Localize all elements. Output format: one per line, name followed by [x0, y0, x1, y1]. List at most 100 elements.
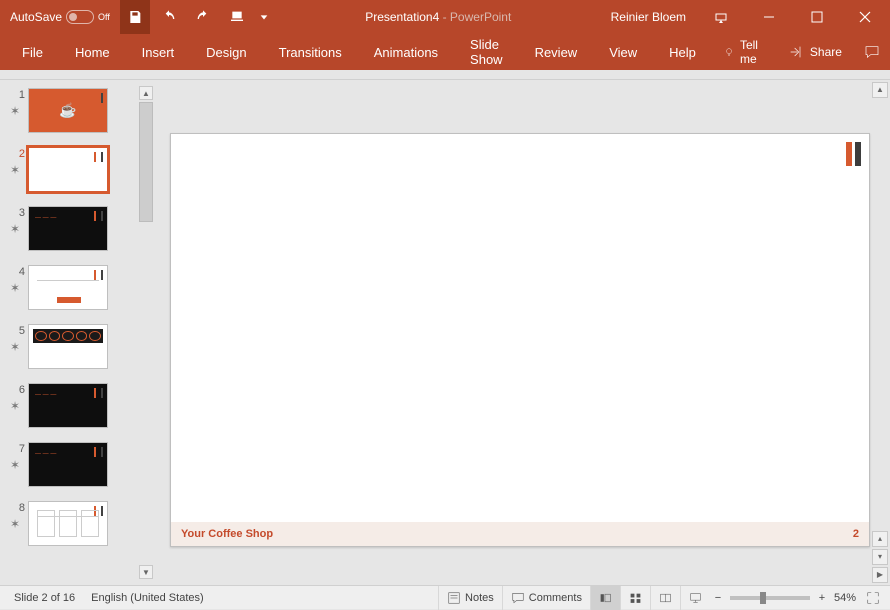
slide-thumbnail[interactable]: 6 ✶— — —: [10, 383, 155, 428]
tab-help[interactable]: Help: [653, 34, 712, 70]
collapsed-ribbon-area: [0, 70, 890, 80]
slide-thumbnails-panel: 1✶☕2✶3✶— — —4✶5✶6✶— — —7✶— — —8✶ ▲ ▼: [0, 80, 155, 585]
slide-thumbnail[interactable]: 4✶: [10, 265, 155, 310]
tab-home[interactable]: Home: [59, 34, 126, 70]
maximize-button[interactable]: [794, 0, 840, 34]
thumb-preview: — — —: [28, 206, 108, 251]
zoom-percent[interactable]: 54%: [830, 592, 862, 604]
sorter-icon: [629, 591, 642, 605]
minimize-button[interactable]: [746, 0, 792, 34]
tab-file[interactable]: File: [6, 34, 59, 70]
scroll-down-icon[interactable]: ▼: [139, 565, 153, 579]
qat-customize-button[interactable]: [256, 0, 272, 34]
quick-access-toolbar: [116, 0, 276, 34]
zoom-slider[interactable]: [730, 596, 810, 600]
close-button[interactable]: [842, 0, 888, 34]
normal-view-button[interactable]: [590, 586, 620, 610]
animation-star-icon: ✶: [10, 222, 28, 236]
vertical-scrollbar[interactable]: ▲ ▴ ▾: [872, 82, 888, 565]
autosave-label: AutoSave: [10, 10, 62, 24]
tab-view[interactable]: View: [593, 34, 653, 70]
thumb-preview: — — —: [28, 442, 108, 487]
slide-sorter-button[interactable]: [620, 586, 650, 610]
thumb-number: 5: [10, 324, 28, 338]
tab-animations[interactable]: Animations: [358, 34, 454, 70]
tab-insert[interactable]: Insert: [126, 34, 191, 70]
thumb-preview: [28, 324, 108, 369]
tab-review[interactable]: Review: [519, 34, 594, 70]
slide-canvas[interactable]: Your Coffee Shop 2: [170, 133, 870, 547]
comments-button[interactable]: Comments: [502, 586, 590, 610]
slide-thumbnail[interactable]: 5✶: [10, 324, 155, 369]
slide-canvas-area: Your Coffee Shop 2 ▲ ▴ ▾ ▶: [155, 80, 890, 585]
language-label[interactable]: English (United States): [91, 592, 204, 604]
main-area: 1✶☕2✶3✶— — —4✶5✶6✶— — —7✶— — —8✶ ▲ ▼ You…: [0, 80, 890, 585]
tab-design[interactable]: Design: [190, 34, 262, 70]
tab-slideshow[interactable]: Slide Show: [454, 34, 519, 70]
footer-page-num: 2: [853, 528, 859, 540]
share-button[interactable]: Share: [776, 34, 854, 70]
comments-button[interactable]: [854, 34, 890, 70]
slideshow-view-button[interactable]: [680, 586, 710, 610]
thumb-number: 2: [10, 147, 28, 161]
slide-footer: Your Coffee Shop 2: [171, 522, 869, 546]
zoom-slider-thumb[interactable]: [760, 592, 766, 604]
save-button[interactable]: [120, 0, 150, 34]
zoom-out-button[interactable]: −: [710, 592, 726, 604]
next-slide-icon[interactable]: ▾: [872, 549, 888, 565]
ribbon-tabs: File Home Insert Design Transitions Anim…: [0, 34, 890, 70]
animation-star-icon: ✶: [10, 163, 28, 177]
thumb-number: 4: [10, 265, 28, 279]
thumb-preview: [28, 265, 108, 310]
notes-button[interactable]: Notes: [438, 586, 502, 610]
slideshow-icon: [689, 591, 702, 605]
thumb-preview: — — —: [28, 383, 108, 428]
slide-accent-bars: [846, 142, 861, 166]
scroll-thumb[interactable]: [139, 102, 153, 222]
status-bar: Slide 2 of 16 English (United States) No…: [0, 585, 890, 609]
redo-button[interactable]: [188, 0, 218, 34]
thumbnails-scrollbar[interactable]: ▲ ▼: [139, 86, 153, 579]
slide-thumbnail[interactable]: 3 ✶— — —: [10, 206, 155, 251]
tell-me-button[interactable]: Tell me: [712, 34, 776, 70]
animation-star-icon: ✶: [10, 104, 28, 118]
slide-thumbnail[interactable]: 7 ✶— — —: [10, 442, 155, 487]
zoom-in-button[interactable]: +: [814, 592, 830, 604]
fit-to-window-button[interactable]: [862, 586, 884, 610]
animation-star-icon: ✶: [10, 399, 28, 413]
slide-count-label[interactable]: Slide 2 of 16: [14, 592, 75, 604]
share-icon: [788, 44, 804, 60]
thumb-number: 7: [10, 442, 28, 456]
animation-star-icon: ✶: [10, 517, 28, 531]
slide-thumbnail[interactable]: 1 ✶☕: [10, 88, 155, 133]
slide-thumbnail[interactable]: 8✶: [10, 501, 155, 546]
animation-star-icon: ✶: [10, 340, 28, 354]
scroll-up-icon[interactable]: ▲: [139, 86, 153, 100]
thumb-number: 3: [10, 206, 28, 220]
animation-star-icon: ✶: [10, 458, 28, 472]
prev-slide-icon[interactable]: ▴: [872, 531, 888, 547]
ribbon-display-button[interactable]: [698, 0, 744, 34]
tab-transitions[interactable]: Transitions: [263, 34, 358, 70]
animation-star-icon: ✶: [10, 281, 28, 295]
thumb-number: 6: [10, 383, 28, 397]
scroll-up-icon[interactable]: ▲: [872, 82, 888, 98]
notes-icon: [447, 591, 461, 605]
footer-text: Your Coffee Shop: [181, 528, 273, 540]
thumb-preview: [28, 501, 108, 546]
thumb-number: 1: [10, 88, 28, 102]
scroll-right-icon[interactable]: ▶: [872, 567, 888, 583]
title-bar: AutoSave Off Presentation4 - PowerPoint …: [0, 0, 890, 34]
reading-view-button[interactable]: [650, 586, 680, 610]
thumb-preview: ☕: [28, 88, 108, 133]
thumb-preview: [28, 147, 108, 192]
autosave-toggle[interactable]: AutoSave Off: [0, 10, 116, 24]
horizontal-scrollbar[interactable]: ▶: [157, 567, 888, 583]
start-from-beginning-button[interactable]: [222, 0, 252, 34]
fit-icon: [866, 591, 880, 605]
toggle-icon: [66, 10, 94, 24]
undo-button[interactable]: [154, 0, 184, 34]
user-name: Reinier Bloem: [601, 10, 696, 24]
slide-thumbnail[interactable]: 2✶: [10, 147, 155, 192]
comment-icon: [511, 591, 525, 605]
